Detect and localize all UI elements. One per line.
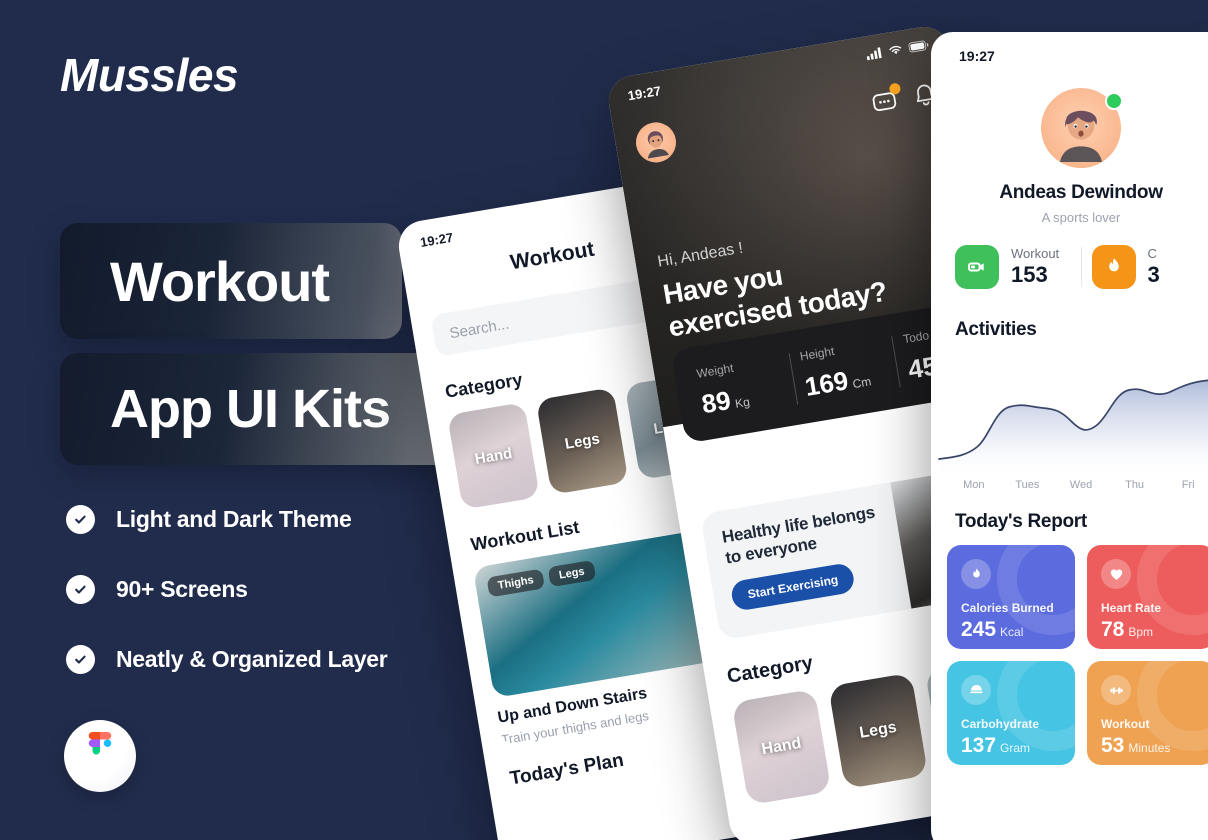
home-actions [869, 80, 939, 121]
report-card-unit: Gram [1000, 741, 1031, 755]
status-time: 19:27 [959, 48, 995, 64]
chart-tick-label: Mon [963, 479, 985, 491]
category-label: Hand [760, 734, 803, 759]
category-label: Legs [563, 429, 601, 453]
category-tile-hand[interactable]: Hand [447, 402, 540, 510]
report-card-carbohydrate[interactable]: Carbohydrate 137 Gram [947, 661, 1075, 765]
online-status-dot [1105, 92, 1123, 110]
headline-pill-app-ui-kits: App UI Kits [60, 353, 462, 465]
feature-label: Neatly & Organized Layer [116, 646, 388, 672]
feature-list: Light and Dark Theme 90+ Screens Neatly … [66, 505, 388, 715]
flame-icon [1091, 245, 1136, 289]
start-exercising-button[interactable]: Start Exercising [729, 561, 857, 612]
chart-tick-label: Tues [1015, 479, 1040, 491]
category-tile-legs[interactable]: Legs [535, 387, 629, 495]
report-card-unit: Minutes [1128, 741, 1171, 755]
report-card-calories[interactable]: Calories Burned 245 Kcal [947, 545, 1075, 649]
stat-unit: Cm [851, 374, 873, 392]
report-card-heart-rate[interactable]: Heart Rate 78 Bpm [1087, 545, 1208, 649]
message-icon[interactable] [869, 81, 902, 122]
notification-badge [888, 81, 902, 95]
feature-label: 90+ Screens [116, 576, 248, 602]
stat-value: 153 [1011, 262, 1048, 287]
stat-workout: Workout 153 [955, 245, 1071, 289]
promo-title: Healthy life belongs to everyone [720, 502, 877, 568]
report-card-value: 137 [961, 734, 997, 757]
stat-label: Weight [695, 360, 735, 381]
divider [1080, 247, 1082, 287]
battery-icon [908, 38, 930, 56]
stat-calories: C 3 [1091, 245, 1208, 289]
avatar[interactable] [632, 119, 680, 166]
check-circle-icon [66, 505, 95, 534]
feature-label: Light and Dark Theme [116, 506, 352, 532]
category-tile-legs[interactable]: Legs [828, 672, 929, 790]
stat-label: C [1147, 246, 1157, 261]
report-card-grid: Calories Burned 245 Kcal Heart Rate 78 Bpm… [931, 533, 1208, 765]
profile-name: Andeas Dewindow [999, 182, 1163, 203]
report-card-label: Heart Rate [1101, 601, 1162, 615]
category-tile-hand[interactable]: Hand [731, 688, 832, 806]
gym-icon [1101, 675, 1131, 705]
report-card-label: Carbohydrate [961, 717, 1040, 731]
feature-item: 90+ Screens [66, 575, 387, 604]
poster-stage: Mussles Workout App UI Kits Light and Da… [0, 0, 1208, 840]
wifi-icon [887, 42, 904, 59]
stat-value: 89 [699, 384, 733, 420]
bowl-icon [961, 675, 991, 705]
chart-tick-label: Fri [1181, 479, 1195, 491]
profile-bio: A sports lover [1041, 210, 1121, 225]
brand-title: Mussles [60, 49, 239, 101]
chart-tick-label: Wed [1069, 479, 1093, 491]
report-card-unit: Bpm [1128, 625, 1154, 639]
report-card-unit: Kcal [1000, 625, 1024, 639]
promo-text: Healthy life belongs to everyone Start E… [700, 482, 911, 640]
report-card-value: 78 [1101, 618, 1125, 641]
stat-height: Height 169Cm [799, 336, 890, 403]
tag-chip-thighs: Thighs [486, 568, 546, 598]
divider [891, 336, 902, 388]
category-label: Legs [858, 718, 898, 742]
chart-tick-label: Thu [1125, 479, 1145, 491]
figma-logo-icon [85, 731, 115, 781]
divider [788, 353, 798, 405]
report-heading: Today's Report [955, 511, 1087, 532]
check-circle-icon [66, 575, 95, 604]
activities-area-chart [938, 379, 1208, 477]
report-card-label: Workout [1101, 717, 1150, 731]
activities-chart: Mon Tues Wed Thu Fri [931, 347, 1208, 497]
feature-item: Neatly & Organized Layer [66, 645, 388, 674]
report-card-value: 245 [961, 618, 997, 641]
profile-stats: Workout 153 C 3 [931, 245, 1208, 289]
activities-heading: Activities [955, 319, 1037, 340]
figma-badge [64, 720, 136, 792]
check-circle-icon [66, 645, 95, 674]
report-card-workout[interactable]: Workout 53 Minutes [1087, 661, 1208, 765]
dumbbell-icon [955, 245, 999, 289]
chart-x-axis: Mon Tues Wed Thu Fri [931, 479, 1208, 491]
stat-label: Workout [1011, 246, 1060, 261]
stat-value: 169 [802, 365, 851, 402]
status-icons [865, 38, 930, 63]
stat-value: 3 [1147, 262, 1160, 287]
stat-unit: Kg [734, 394, 751, 411]
stat-weight: Weight 89Kg [696, 353, 787, 420]
status-time: 19:27 [626, 83, 662, 104]
flame-icon [961, 559, 991, 589]
category-label: Hand [473, 444, 514, 468]
search-placeholder: Search... [448, 315, 511, 342]
headline-pill-workout: Workout [60, 223, 402, 339]
profile-avatar-wrap [1041, 88, 1123, 168]
report-card-value: 53 [1101, 734, 1125, 757]
tag-chip-legs: Legs [547, 559, 596, 588]
feature-item: Light and Dark Theme [66, 505, 387, 534]
heart-icon [1101, 559, 1131, 589]
headline-line-2: App UI Kits [110, 379, 391, 439]
signal-icon [865, 46, 883, 63]
headline-line-1: Workout [110, 249, 330, 313]
report-card-label: Calories Burned [961, 601, 1054, 615]
stat-label: Height [798, 343, 836, 364]
phone-mockup-profile: 19:27 Andeas Dewindow A sports lover Wor… [931, 32, 1208, 840]
